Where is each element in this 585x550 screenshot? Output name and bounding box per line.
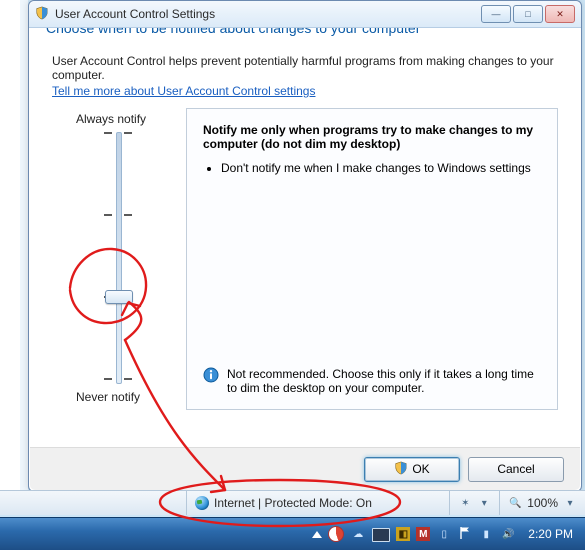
tray-av-icon[interactable] <box>328 526 344 542</box>
level-bullet: Don't notify me when I make changes to W… <box>221 161 541 175</box>
tray-onedrive-icon[interactable]: ☁ <box>350 526 366 542</box>
protected-mode-icon: ✶ <box>458 496 472 510</box>
tray-monitor-icon[interactable] <box>372 528 390 542</box>
slider-tick <box>124 214 132 216</box>
minimize-button[interactable]: — <box>481 5 511 23</box>
internet-zone-icon <box>195 496 209 510</box>
slider-rail <box>116 132 122 384</box>
show-hidden-icons[interactable] <box>312 531 322 538</box>
tray-volume-icon[interactable]: 🔊 <box>500 526 516 542</box>
description-text: User Account Control helps prevent poten… <box>30 46 580 84</box>
window-title: User Account Control Settings <box>55 7 481 21</box>
slider-thumb[interactable] <box>105 290 133 304</box>
tray-battery-icon[interactable]: ▯ <box>436 526 452 542</box>
ok-button[interactable]: OK <box>364 457 460 482</box>
recommendation-text: Not recommended. Choose this only if it … <box>227 367 541 395</box>
taskbar[interactable]: ☁ ◧ M ▯ ▮ 🔊 2:20 PM <box>0 517 585 550</box>
chevron-down-icon: ▾ <box>477 496 491 510</box>
taskbar-clock[interactable]: 2:20 PM <box>522 527 579 541</box>
maximize-button[interactable]: □ <box>513 5 543 23</box>
security-zone-segment[interactable]: Internet | Protected Mode: On <box>186 491 380 515</box>
titlebar[interactable]: User Account Control Settings — □ ✕ <box>29 1 581 28</box>
level-title: Notify me only when programs try to make… <box>203 123 541 151</box>
slider-tick <box>124 378 132 380</box>
zoom-value: 100% <box>527 496 558 510</box>
zoom-icon: 🔍 <box>508 496 522 510</box>
shield-icon <box>394 461 408 478</box>
tray-app-icon[interactable]: ◧ <box>396 527 410 541</box>
tray-network-icon[interactable]: ▮ <box>478 526 494 542</box>
system-tray[interactable]: ☁ ◧ M ▯ ▮ 🔊 2:20 PM <box>312 526 585 543</box>
cancel-button-label: Cancel <box>497 462 534 476</box>
action-center-icon[interactable] <box>458 526 472 543</box>
zoom-segment[interactable]: 🔍 100% ▾ <box>499 491 585 515</box>
slider-label-bottom: Never notify <box>76 390 182 404</box>
background-window-edge2 <box>20 0 28 490</box>
chevron-down-icon: ▾ <box>563 496 577 510</box>
slider-tick <box>124 132 132 134</box>
cancel-button[interactable]: Cancel <box>468 457 564 482</box>
slider-label-top: Always notify <box>76 112 182 126</box>
uac-slider[interactable] <box>78 132 158 382</box>
slider-tick <box>104 132 112 134</box>
tray-m-icon[interactable]: M <box>416 527 430 541</box>
client-area: Choose when to be notified about changes… <box>30 28 580 490</box>
help-link[interactable]: Tell me more about User Account Control … <box>52 84 315 98</box>
close-button[interactable]: ✕ <box>545 5 575 23</box>
zone-text: Internet | Protected Mode: On <box>214 496 372 510</box>
slider-tick <box>104 214 112 216</box>
slider-tick <box>104 378 112 380</box>
protected-mode-toggle[interactable]: ✶▾ <box>449 491 499 515</box>
ie-status-bar: Internet | Protected Mode: On ✶▾ 🔍 100% … <box>0 490 585 515</box>
shield-icon <box>35 6 49 23</box>
background-window-edge <box>0 0 21 490</box>
button-row: OK Cancel <box>30 447 580 490</box>
info-icon <box>203 367 219 386</box>
ok-button-label: OK <box>412 462 429 476</box>
level-description-panel: Notify me only when programs try to make… <box>186 108 558 410</box>
uac-settings-window: User Account Control Settings — □ ✕ Choo… <box>28 0 582 492</box>
page-heading-cut: Choose when to be notified about changes… <box>30 28 580 46</box>
